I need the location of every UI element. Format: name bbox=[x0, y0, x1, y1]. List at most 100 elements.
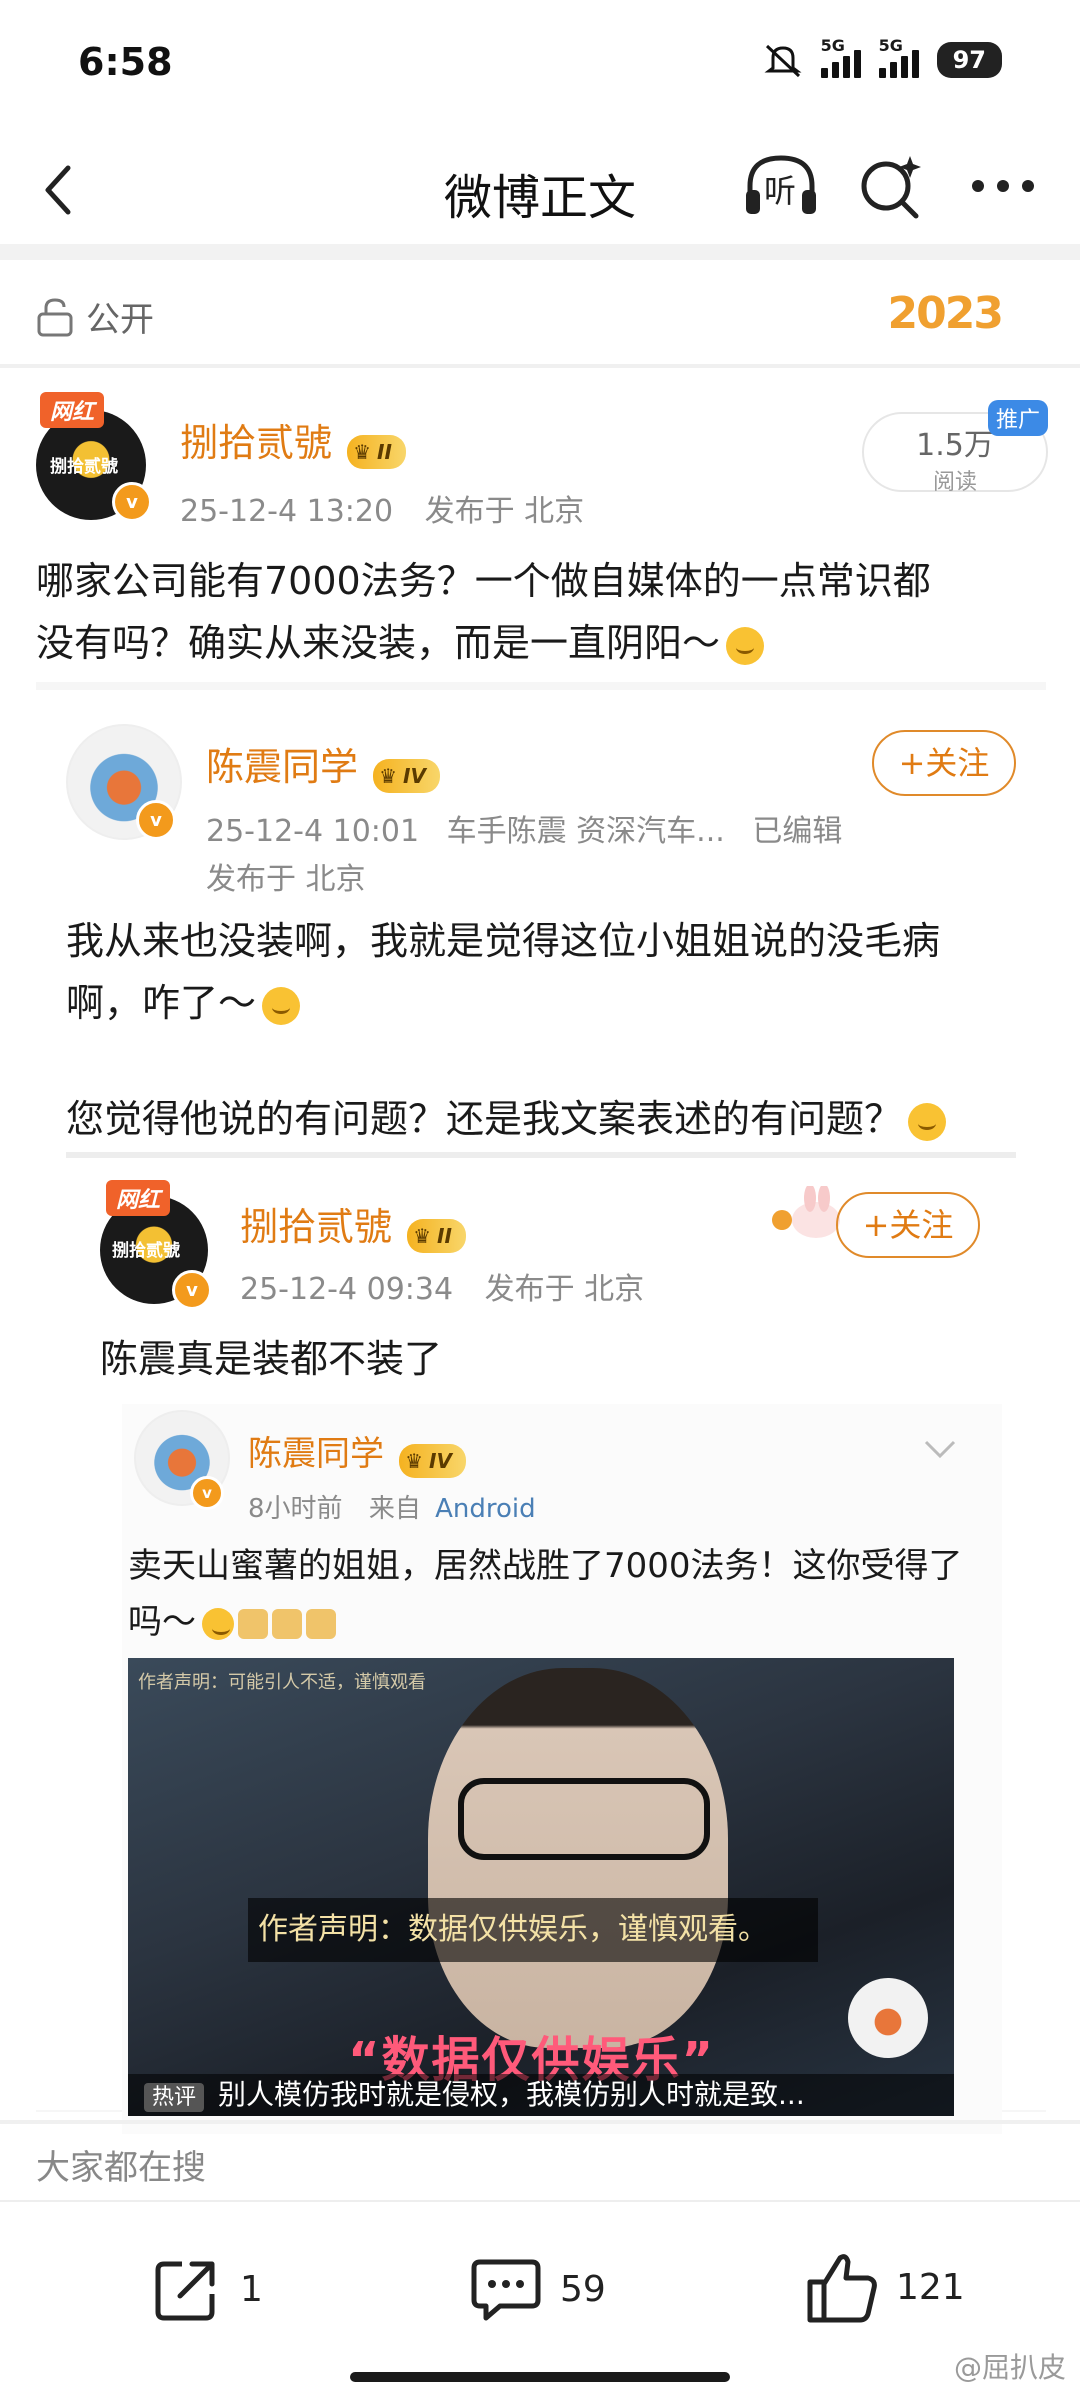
signal-5g-icon: 5G bbox=[878, 36, 919, 78]
thumbs-up-icon bbox=[306, 1608, 336, 1639]
post-image[interactable]: 作者声明：可能引人不适，谨慎观看 作者声明：数据仅供娱乐，谨慎观看。 “数据仅供… bbox=[128, 1658, 954, 2116]
level-label: II bbox=[377, 439, 392, 464]
repost-text: 陈震真是装都不装了 bbox=[100, 1337, 443, 1381]
more-icon[interactable] bbox=[970, 176, 1036, 196]
thumbs-up-icon bbox=[807, 2254, 877, 2323]
author-name[interactable]: 陈震同学 bbox=[206, 745, 358, 789]
original-text-line: 卖天山蜜薯的姐姐，居然战胜了7000法务！这你受得了 bbox=[128, 1546, 963, 1586]
comment-count: 59 bbox=[560, 2268, 606, 2310]
follow-button[interactable]: +关注 bbox=[872, 730, 1016, 796]
author-row: 捌拾贰號 ♛ II bbox=[180, 412, 406, 469]
share-icon bbox=[155, 2261, 215, 2321]
like-count: 121 bbox=[896, 2266, 965, 2308]
author-row: 陈震同学 ♛ IV bbox=[206, 736, 440, 793]
hot-comment-text: 别人模仿我时就是侵权，我模仿别人时就是致... bbox=[218, 2078, 805, 2111]
author-row: 陈震同学 ♛ IV bbox=[248, 1426, 466, 1478]
post-meta: 25-12-4 09:34 发布于 北京 bbox=[240, 1264, 644, 1308]
post-time: 25-12-4 09:34 bbox=[240, 1272, 454, 1307]
repost-text-line: 啊，咋了～ bbox=[66, 972, 1026, 1034]
listen-label: 听 bbox=[764, 172, 797, 210]
verified-badge-icon: v bbox=[190, 1476, 224, 1510]
author-name[interactable]: 捌拾贰號 bbox=[180, 421, 332, 465]
mute-bell-icon bbox=[764, 44, 802, 78]
post-time: 8小时前 bbox=[248, 1494, 343, 1524]
thinking-emoji-icon bbox=[262, 986, 301, 1025]
verified-badge-icon: v bbox=[112, 482, 152, 522]
year-decoration: 2023 bbox=[887, 288, 1004, 339]
level-label: IV bbox=[429, 1448, 452, 1473]
post-source-prefix: 来自 bbox=[368, 1494, 421, 1524]
crying-emoji-icon bbox=[202, 1607, 234, 1640]
level-badge: ♛ IV bbox=[373, 758, 440, 793]
hot-comment-tag: 热评 bbox=[144, 2083, 205, 2112]
edited-label: 已编辑 bbox=[752, 814, 843, 849]
level-badge: ♛ II bbox=[407, 1218, 466, 1253]
post-time: 25-12-4 10:01 bbox=[206, 814, 420, 849]
post-location: 发布于 北京 bbox=[206, 862, 366, 897]
comment-button[interactable]: 59 bbox=[470, 2254, 606, 2324]
avatar-text: 捌拾贰號 bbox=[50, 457, 118, 477]
promo-badge[interactable]: 推广 bbox=[988, 400, 1049, 436]
hot-comment-bar[interactable]: 热评 别人模仿我时就是侵权，我模仿别人时就是致... bbox=[128, 2074, 954, 2116]
post-location: 发布于 北京 bbox=[424, 494, 585, 529]
repost-text-content: 啊，咋了～ bbox=[66, 981, 257, 1025]
image-avatar-overlay bbox=[848, 1978, 928, 2058]
thinking-emoji-icon bbox=[908, 1102, 947, 1141]
signal-5g-icon: 5G bbox=[820, 36, 861, 78]
repost-text: 我从来也没装啊，我就是觉得这位小姐姐说的没毛病 啊，咋了～ 您觉得他说的有问题？… bbox=[66, 910, 1026, 1150]
post-time: 25-12-4 13:20 bbox=[180, 494, 394, 529]
watermark: @屈扒皮 bbox=[953, 2351, 1066, 2384]
post-text: 哪家公司能有7000法务？一个做自媒体的一点常识都 没有吗？确实从来没装，而是一… bbox=[36, 550, 1046, 674]
search-ai-icon[interactable] bbox=[856, 152, 926, 222]
avatar-text: 捌拾贰號 bbox=[112, 1241, 180, 1261]
post-location: 发布于 北京 bbox=[484, 1272, 645, 1307]
share-count: 1 bbox=[240, 2268, 263, 2310]
repost-text-line: 我从来也没装啊，我就是觉得这位小姐姐说的没毛病 bbox=[66, 919, 941, 963]
visibility-row: 公开 bbox=[36, 292, 154, 341]
post-text-content: 没有吗？确实从来没装，而是一直阴阳～ bbox=[36, 621, 721, 665]
repost-text-line: 您觉得他说的有问题？还是我文案表述的有问题？ bbox=[66, 1088, 1026, 1150]
post-source[interactable]: Android bbox=[435, 1494, 536, 1524]
level-label: IV bbox=[403, 763, 426, 788]
author-name[interactable]: 捌拾贰號 bbox=[240, 1205, 392, 1249]
original-text: 卖天山蜜薯的姐姐，居然战胜了7000法务！这你受得了 吗～ bbox=[128, 1538, 988, 1650]
level-badge: ♛ II bbox=[347, 434, 406, 469]
verified-badge-icon: v bbox=[136, 800, 176, 840]
read-label: 阅读 bbox=[932, 470, 977, 495]
post-meta: 25-12-4 10:01 车手陈震 资深汽车... 已编辑 bbox=[206, 806, 842, 850]
status-icons: 5G 5G 97 bbox=[763, 36, 1002, 78]
divider bbox=[0, 364, 1080, 368]
post-meta: 25-12-4 13:20 发布于 北京 bbox=[180, 486, 584, 530]
like-button[interactable]: 121 bbox=[806, 2250, 965, 2324]
divider bbox=[66, 1152, 1016, 1158]
share-button[interactable]: 1 bbox=[152, 2254, 263, 2324]
level-label: II bbox=[437, 1223, 452, 1248]
listen-button[interactable]: 听 bbox=[742, 150, 820, 224]
author-row: 捌拾贰號 ♛ II bbox=[240, 1196, 466, 1253]
comment-icon bbox=[471, 2259, 541, 2321]
unlock-icon bbox=[37, 297, 73, 336]
thumbs-up-icon bbox=[238, 1608, 268, 1639]
image-glasses bbox=[458, 1778, 710, 1860]
post-source: 车手陈震 资深汽车... bbox=[446, 814, 725, 849]
author-name[interactable]: 陈震同学 bbox=[248, 1434, 384, 1474]
status-time: 6:58 bbox=[78, 40, 173, 84]
battery-indicator: 97 bbox=[936, 42, 1002, 78]
divider bbox=[0, 244, 1080, 260]
image-author-note: 作者声明：可能引人不适，谨慎观看 bbox=[138, 1672, 426, 1693]
divider bbox=[0, 2120, 1080, 2124]
search-section-label[interactable]: 大家都在搜 bbox=[36, 2140, 206, 2189]
repost-text-content: 您觉得他说的有问题？还是我文案表述的有问题？ bbox=[66, 1097, 903, 1141]
image-caption: 作者声明：数据仅供娱乐，谨慎观看。 bbox=[248, 1898, 818, 1962]
level-badge: ♛ IV bbox=[399, 1443, 466, 1478]
original-text-content: 吗～ bbox=[128, 1602, 196, 1642]
follow-button[interactable]: +关注 bbox=[836, 1192, 980, 1258]
original-text-line: 吗～ bbox=[128, 1594, 988, 1650]
thinking-emoji-icon bbox=[726, 626, 765, 665]
verified-badge-icon: v bbox=[172, 1270, 212, 1310]
wanghong-tag: 网红 bbox=[106, 1180, 171, 1216]
wanghong-tag: 网红 bbox=[40, 392, 105, 428]
chevron-down-icon[interactable] bbox=[922, 1438, 958, 1462]
home-indicator[interactable] bbox=[350, 2372, 730, 2382]
post-text-line: 哪家公司能有7000法务？一个做自媒体的一点常识都 bbox=[36, 559, 931, 603]
